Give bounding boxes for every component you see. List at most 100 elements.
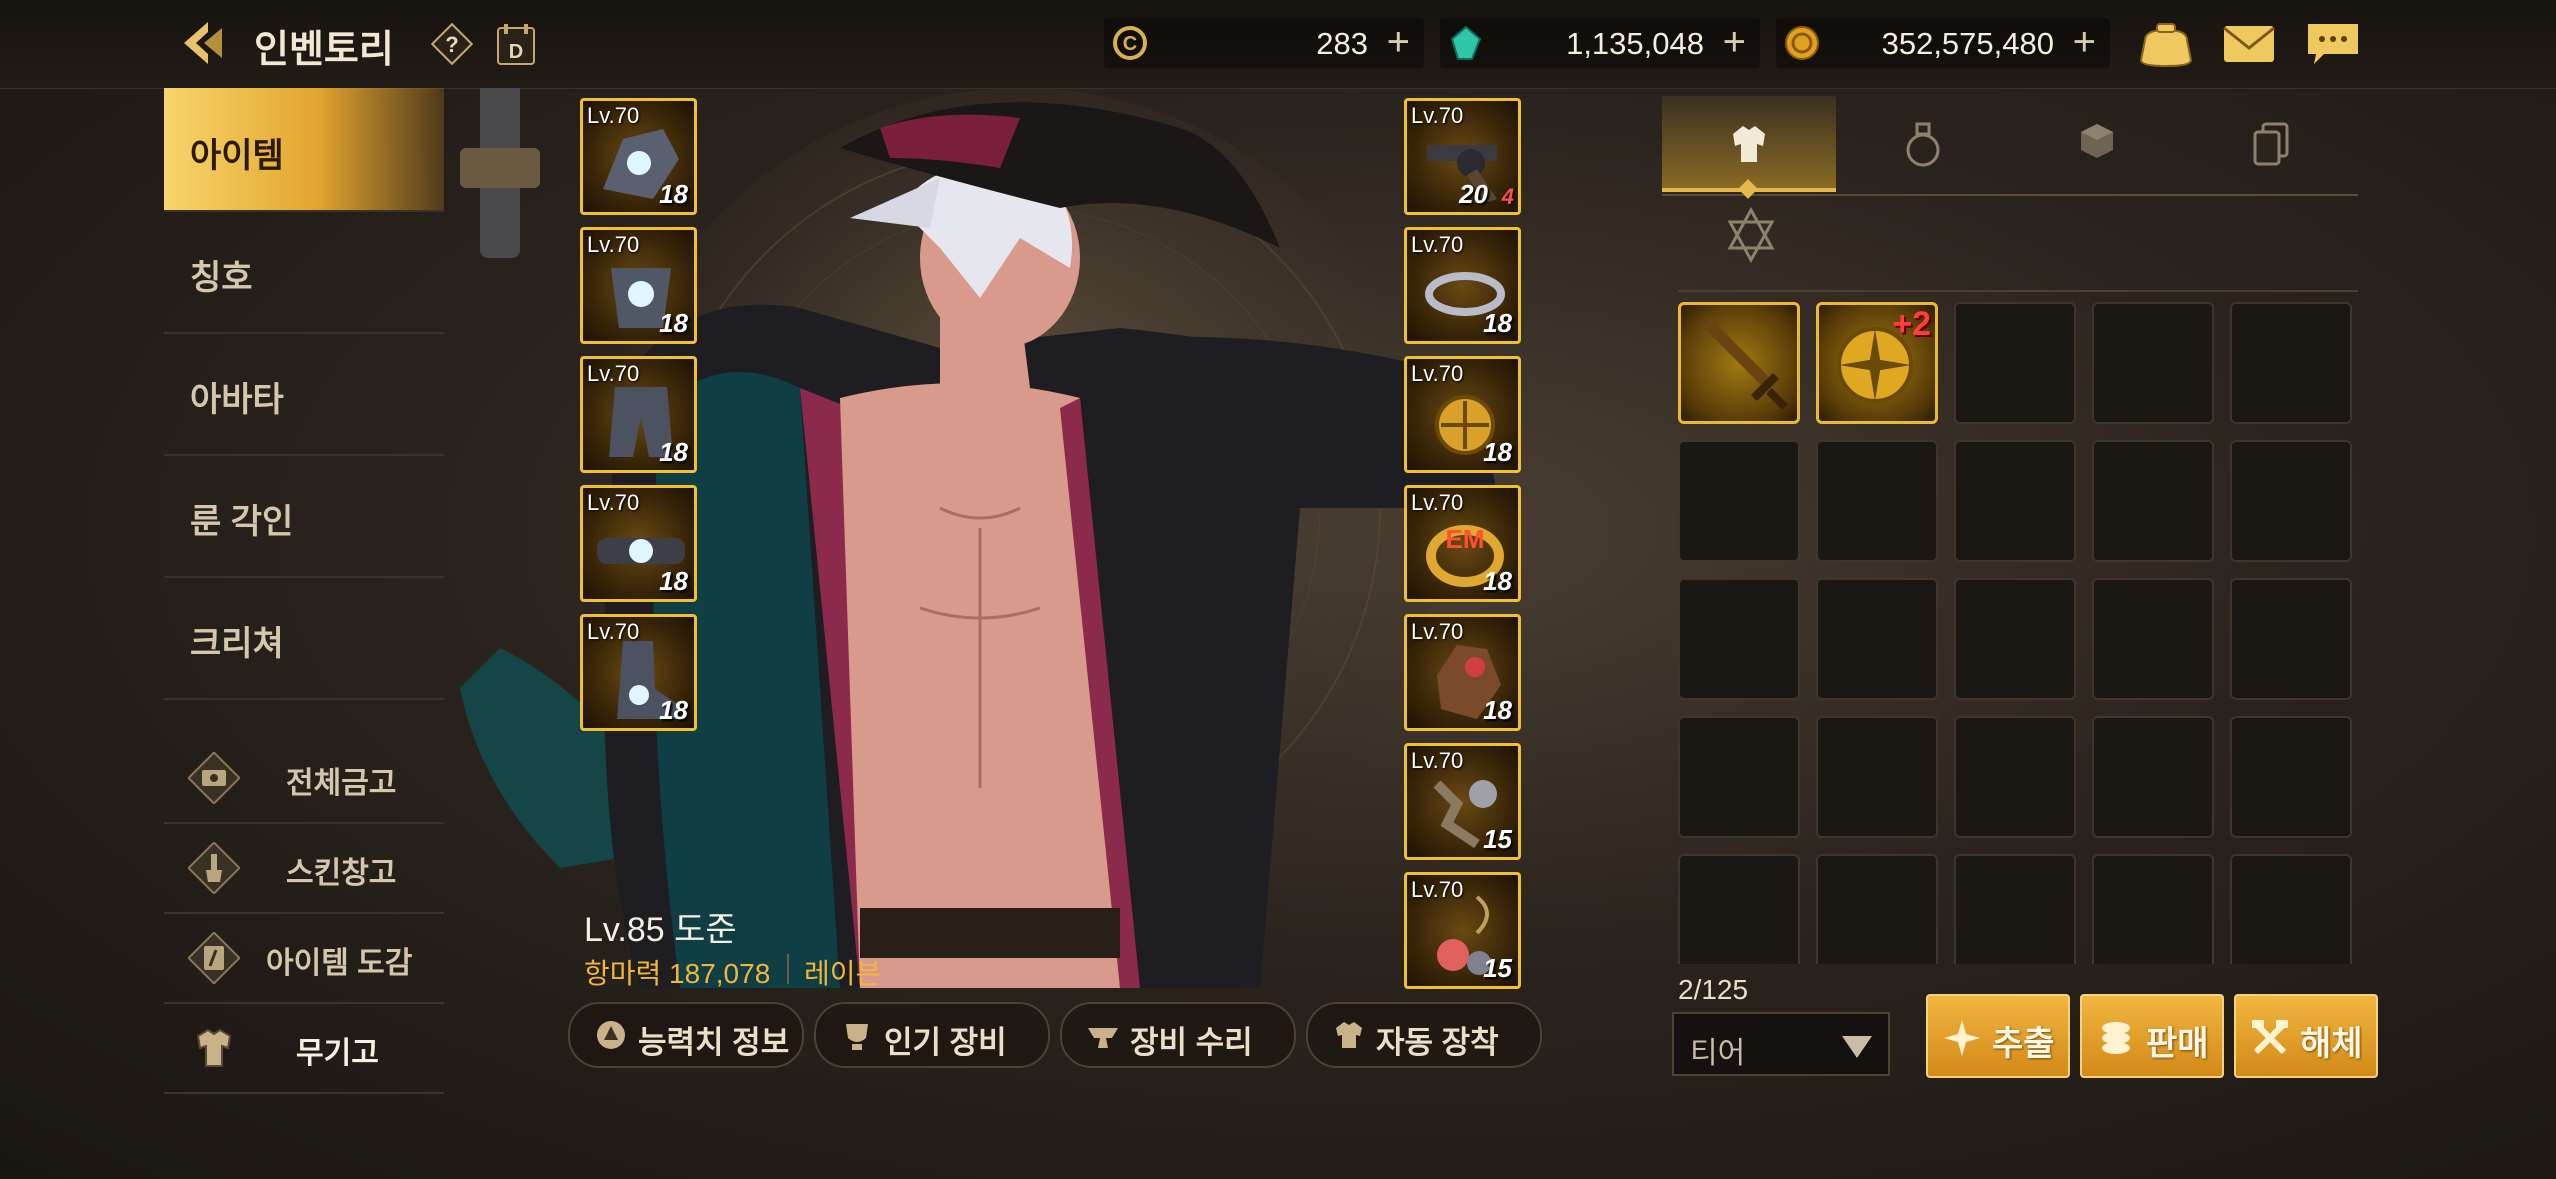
inventory-empty-slot[interactable] — [2092, 578, 2214, 700]
currency-crystal: 1,135,048 + — [1440, 18, 1760, 68]
menu-item-titles[interactable]: 칭호 — [164, 210, 444, 334]
popular-equipment-label: 인기 장비 — [884, 1025, 1007, 1060]
inventory-empty-slot[interactable] — [1954, 302, 2076, 424]
inventory-tabs — [1662, 96, 2358, 199]
equip-slot-right-3[interactable]: Lv.70 18 — [1404, 356, 1521, 473]
menu-item-label: 아이템 — [190, 137, 284, 175]
inventory-empty-slot[interactable] — [2230, 854, 2352, 964]
sell-button[interactable]: 판매 — [2080, 994, 2224, 1078]
tab-materials[interactable] — [2010, 96, 2184, 192]
equip-slot-left-1[interactable]: Lv.70 18 — [580, 98, 697, 215]
tab-emblem[interactable] — [1722, 206, 1780, 264]
tab-cards[interactable] — [2184, 96, 2358, 192]
slot-level: Lv.70 — [1411, 748, 1464, 773]
equip-slot-left-5[interactable]: Lv.70 18 — [580, 614, 697, 731]
auto-equip-button[interactable]: 자동 장착 — [1306, 1002, 1542, 1068]
stats-info-label: 능력치 정보 — [638, 1025, 790, 1060]
slot-level: Lv.70 — [587, 103, 640, 128]
slot-level: Lv.70 — [1411, 361, 1464, 386]
extract-button[interactable]: 추출 — [1926, 994, 2070, 1078]
repair-equipment-label: 장비 수리 — [1130, 1025, 1253, 1060]
slot-enhance: 18 — [1483, 308, 1512, 338]
currency-gold: 352,575,480 + — [1776, 18, 2110, 68]
inventory-empty-slot[interactable] — [1678, 578, 1800, 700]
inventory-empty-slot[interactable] — [2230, 440, 2352, 562]
currency-gold-add-button[interactable]: + — [2073, 20, 2096, 65]
currency-c-add-button[interactable]: + — [1387, 20, 1410, 65]
currency-crystal-add-button[interactable]: + — [1723, 20, 1746, 65]
vault-icon — [187, 751, 241, 805]
inventory-empty-slot[interactable] — [2092, 716, 2214, 838]
chat-icon[interactable] — [2304, 18, 2362, 70]
tab-consumables[interactable] — [1836, 96, 2010, 192]
popular-equipment-button[interactable]: 인기 장비 — [814, 1002, 1050, 1068]
menu-item-avatar[interactable]: 아바타 — [164, 332, 444, 456]
slot-enhance: 18 — [1483, 566, 1512, 596]
slot-level: Lv.70 — [1411, 490, 1464, 515]
sub-item-collection[interactable]: 아이템 도감 — [164, 914, 444, 1004]
currency-c-value: 283 — [1316, 26, 1368, 61]
inventory-empty-slot[interactable] — [1954, 578, 2076, 700]
menu-item-label: 룬 각인 — [190, 503, 294, 541]
mail-icon[interactable] — [2220, 18, 2278, 70]
inventory-empty-slot[interactable] — [1954, 440, 2076, 562]
equip-slot-weapon[interactable]: Lv.70 20 4 — [1404, 98, 1521, 215]
back-arrow-icon[interactable] — [178, 18, 228, 68]
inventory-empty-slot[interactable] — [1678, 440, 1800, 562]
trophy-icon — [838, 1016, 876, 1054]
tab-equipment[interactable] — [1662, 96, 1836, 192]
inventory-empty-slot[interactable] — [1678, 716, 1800, 838]
coins-icon — [2096, 1018, 2136, 1058]
inventory-empty-slot[interactable] — [2230, 302, 2352, 424]
extract-icon — [1942, 1018, 1982, 1058]
equip-slot-right-5[interactable]: Lv.70 18 — [1404, 614, 1521, 731]
inventory-empty-slot[interactable] — [1954, 854, 2076, 964]
inventory-empty-slot[interactable] — [1816, 716, 1938, 838]
inventory-empty-slot[interactable] — [1678, 854, 1800, 964]
disassemble-button[interactable]: 해체 — [2234, 994, 2378, 1078]
equip-slot-left-4[interactable]: Lv.70 18 — [580, 485, 697, 602]
equip-slot-left-3[interactable]: Lv.70 18 — [580, 356, 697, 473]
inventory-empty-slot[interactable] — [2092, 440, 2214, 562]
inventory-empty-slot[interactable] — [2092, 302, 2214, 424]
sort-dropdown[interactable]: 티어 — [1672, 1012, 1890, 1076]
equip-slot-right-7[interactable]: Lv.70 15 — [1404, 872, 1521, 989]
slot-level: Lv.70 — [1411, 619, 1464, 644]
repair-equipment-button[interactable]: 장비 수리 — [1060, 1002, 1296, 1068]
character-name: Lv.85 도준 — [584, 911, 737, 949]
inventory-empty-slot[interactable] — [2230, 578, 2352, 700]
sub-item-label: 아이템 도감 — [266, 947, 413, 980]
equip-slot-right-2[interactable]: Lv.70 18 — [1404, 227, 1521, 344]
inventory-item-emblem[interactable]: +2 — [1816, 302, 1938, 424]
inventory-empty-slot[interactable] — [1816, 440, 1938, 562]
auto-equip-icon — [1330, 1016, 1368, 1054]
sub-item-armory[interactable]: 무기고 — [164, 1004, 444, 1094]
equip-slot-right-4[interactable]: EM Lv.70 18 — [1404, 485, 1521, 602]
c-coin-icon: C — [1112, 25, 1148, 61]
equip-slot-right-6[interactable]: Lv.70 15 — [1404, 743, 1521, 860]
menu-item-rune[interactable]: 룬 각인 — [164, 454, 444, 578]
equip-slot-left-2[interactable]: Lv.70 18 — [580, 227, 697, 344]
inventory-item-sword[interactable] — [1678, 302, 1800, 424]
pouch-icon[interactable] — [2137, 18, 2195, 70]
inventory-empty-slot[interactable] — [2230, 716, 2352, 838]
currency-gold-value: 352,575,480 — [1881, 26, 2054, 61]
sub-item-vault[interactable]: 전체금고 — [164, 734, 444, 824]
menu-item-items[interactable]: 아이템 — [164, 88, 444, 212]
potion-icon — [1906, 122, 1940, 167]
slot-enhance: 15 — [1483, 953, 1512, 983]
inventory-empty-slot[interactable] — [1816, 854, 1938, 964]
inventory-empty-slot[interactable] — [1954, 716, 2076, 838]
chevron-down-icon — [1842, 1036, 1872, 1058]
page-title: 인벤토리 — [254, 29, 394, 71]
calendar-icon[interactable]: D — [492, 20, 540, 68]
inventory-empty-slot[interactable] — [1816, 578, 1938, 700]
slot-enhance: 15 — [1483, 824, 1512, 854]
menu-item-creature[interactable]: 크리쳐 — [164, 576, 444, 700]
stats-info-button[interactable]: 능력치 정보 — [568, 1002, 804, 1068]
sub-item-skin-storage[interactable]: 스킨창고 — [164, 824, 444, 914]
character-power: 항마력 187,078 — [584, 958, 771, 989]
svg-text:?: ? — [445, 32, 458, 57]
inventory-empty-slot[interactable] — [2092, 854, 2214, 964]
help-icon[interactable]: ? — [430, 22, 474, 66]
